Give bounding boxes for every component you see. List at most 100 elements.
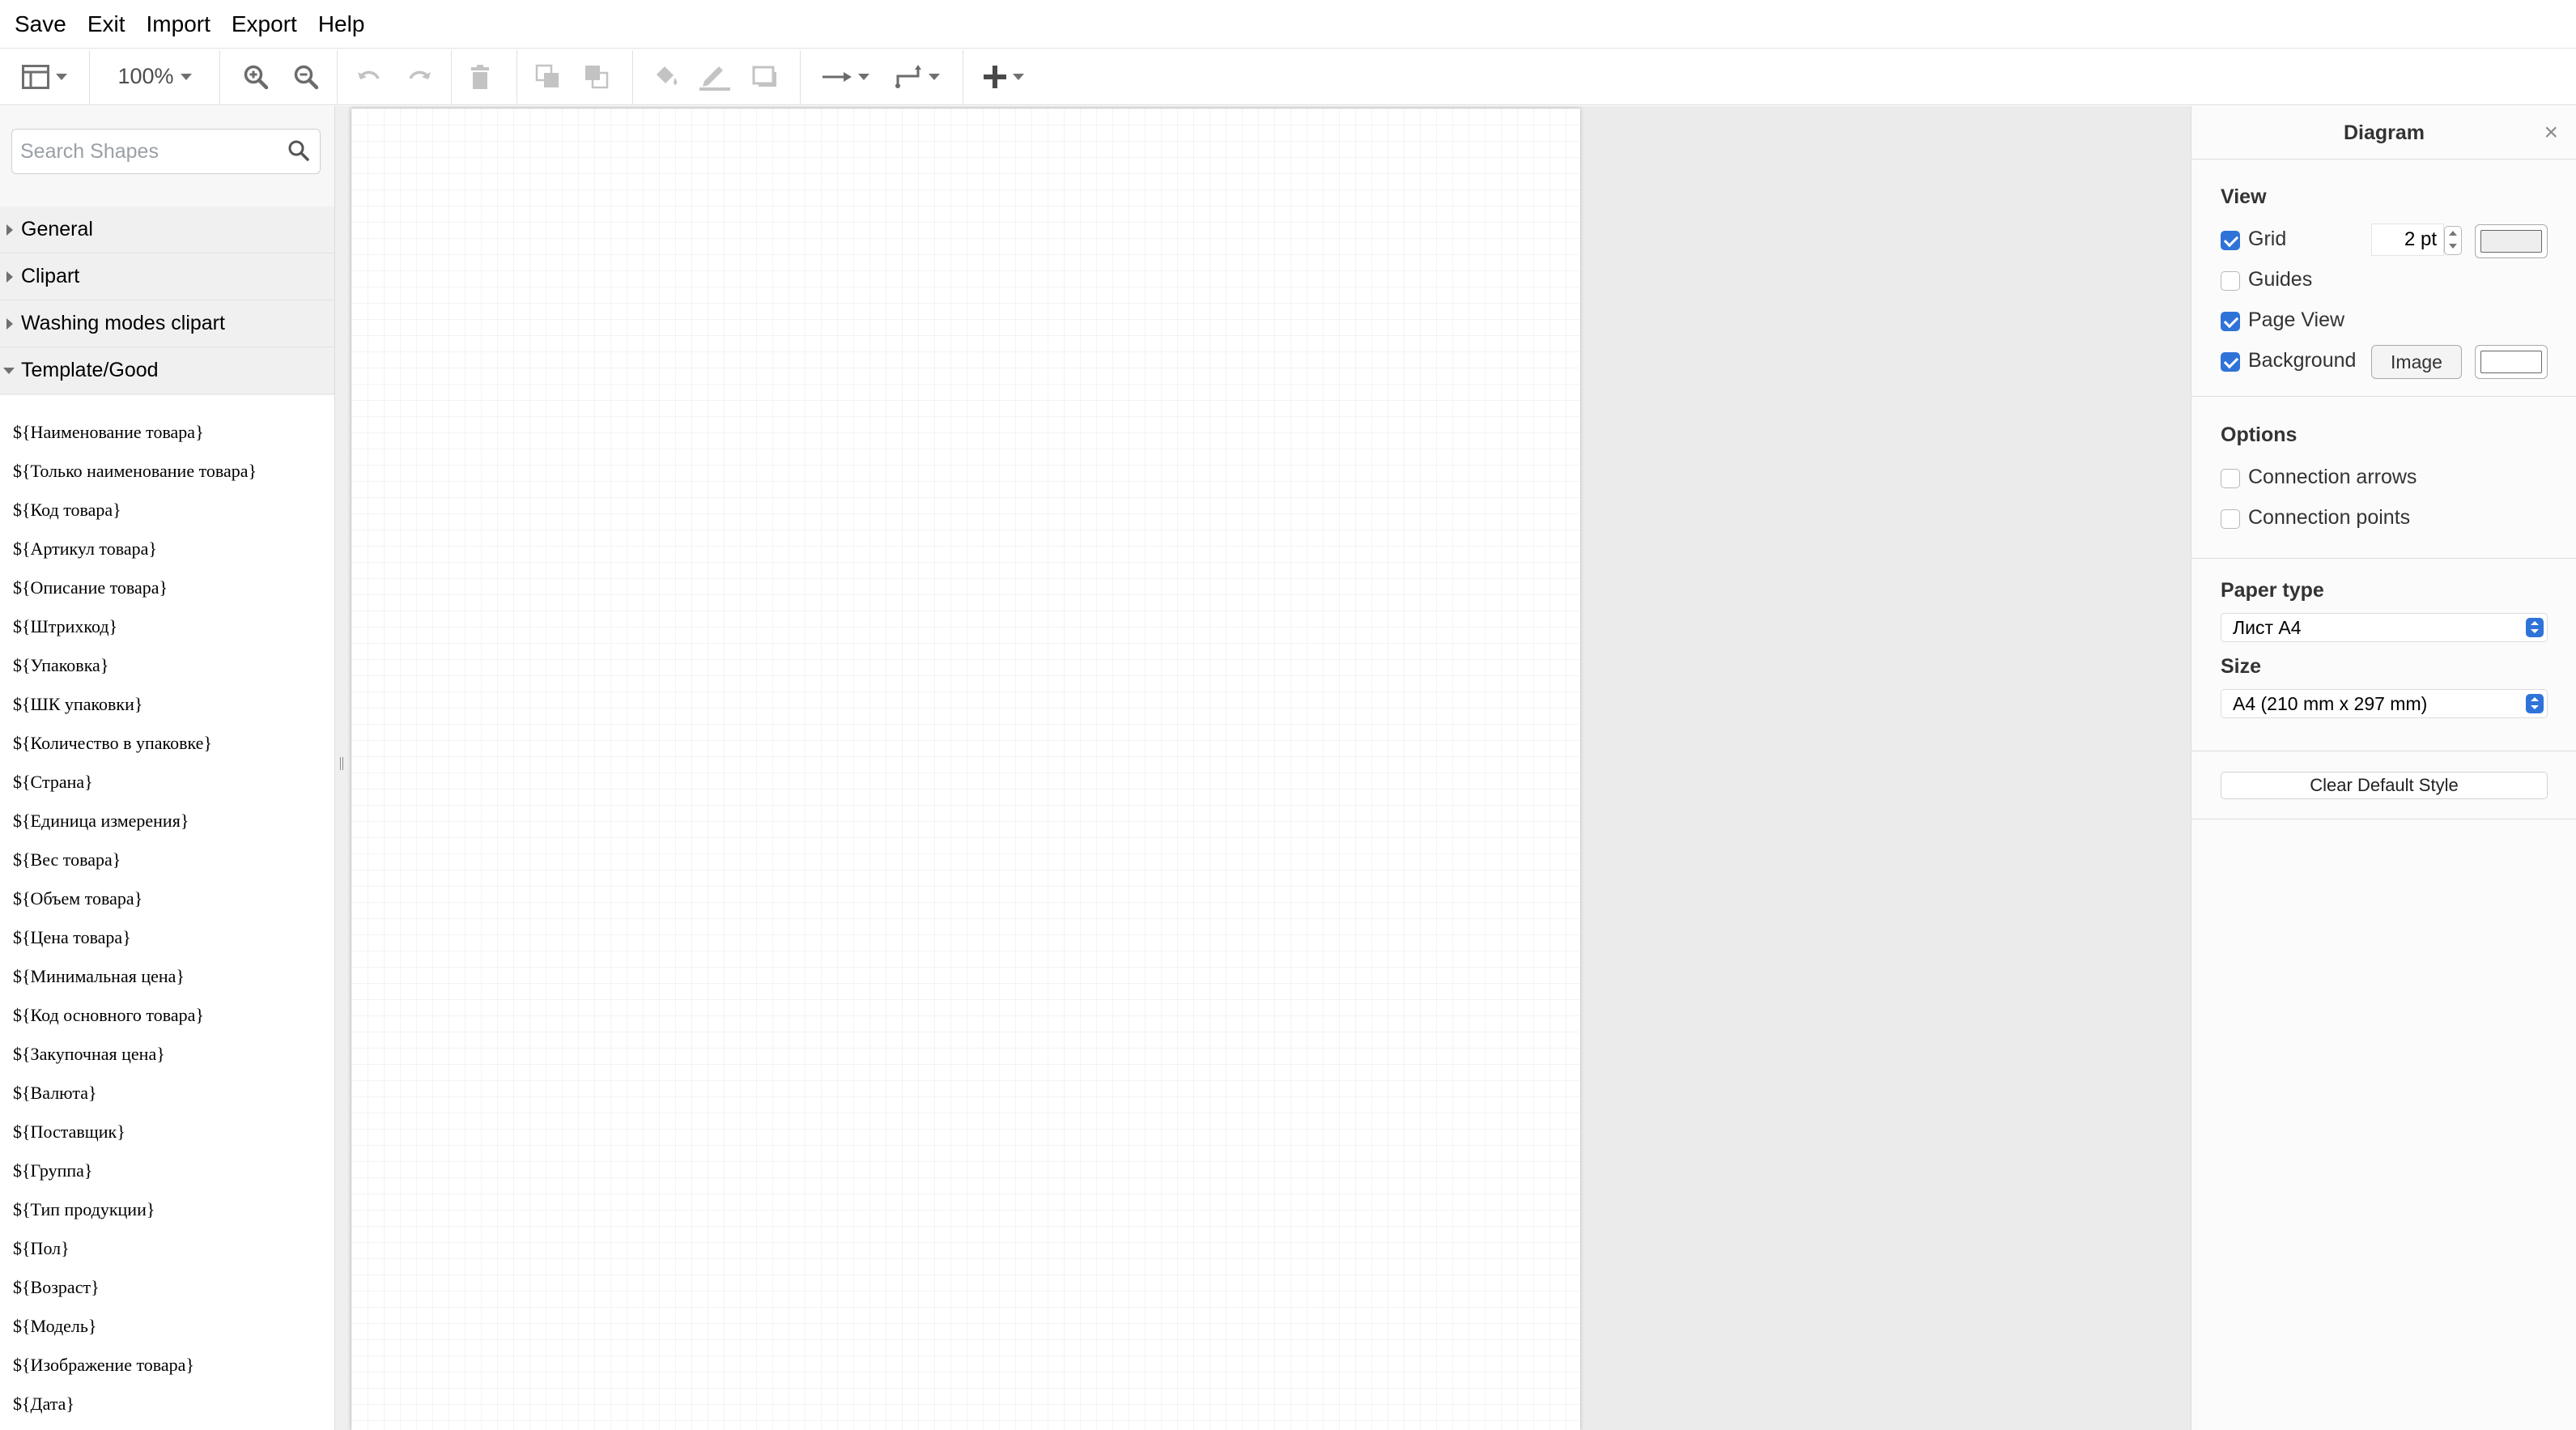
shape-item[interactable]: ${Количество в упаковке}: [13, 733, 212, 754]
zoom-in-button[interactable]: [230, 53, 282, 101]
swatch-color: [2480, 230, 2542, 253]
search-box: [11, 129, 321, 174]
splitter-grip-icon[interactable]: [340, 757, 343, 770]
waypoints-dropdown[interactable]: [883, 53, 951, 101]
chevron-down-icon: [3, 368, 15, 374]
line-color-button[interactable]: [690, 53, 740, 101]
shape-item[interactable]: ${Страна}: [13, 772, 93, 793]
redo-icon: [409, 70, 431, 79]
shape-item[interactable]: ${Код товара}: [13, 500, 121, 521]
search-input[interactable]: [20, 137, 279, 166]
shape-item[interactable]: ${Изображение товара}: [13, 1355, 194, 1376]
shape-item[interactable]: ${Единица измерения}: [13, 811, 189, 832]
undo-button[interactable]: [344, 53, 394, 101]
chevron-down-icon: [56, 73, 67, 80]
background-checkbox[interactable]: [2221, 352, 2240, 372]
shape-item[interactable]: ${Возраст}: [13, 1277, 100, 1298]
options-section-title: Options: [2221, 423, 2298, 446]
shape-item[interactable]: ${Группа}: [13, 1160, 92, 1181]
grid-size-stepper[interactable]: [2444, 226, 2462, 255]
menu-exit[interactable]: Exit: [87, 11, 125, 37]
select-arrows-icon: [2526, 694, 2544, 713]
format-panel: Diagram × View Grid 2 pt Guides Page Vie…: [2191, 106, 2576, 1430]
paper-size-select[interactable]: A4 (210 mm x 297 mm): [2221, 689, 2548, 718]
shape-item[interactable]: ${Вес товара}: [13, 849, 121, 870]
shape-item[interactable]: ${Описание товара}: [13, 577, 168, 598]
fill-color-button[interactable]: [641, 53, 690, 101]
delete-icon: [471, 64, 489, 89]
delete-button[interactable]: [452, 53, 508, 101]
background-image-button[interactable]: Image: [2371, 345, 2462, 379]
shape-item[interactable]: ${Код основного товара}: [13, 1005, 204, 1026]
shape-item[interactable]: ${Минимальная цена}: [13, 966, 185, 987]
shape-item[interactable]: ${Дата}: [13, 1394, 74, 1415]
shape-item[interactable]: ${Упаковка}: [13, 655, 108, 676]
guides-checkbox[interactable]: [2221, 271, 2240, 291]
grid-checkbox[interactable]: [2221, 231, 2240, 250]
view-section-title: View: [2221, 185, 2267, 208]
line-color-icon: [699, 66, 730, 91]
menu-export[interactable]: Export: [232, 11, 297, 37]
redo-button[interactable]: [394, 53, 444, 101]
category-template-good[interactable]: Template/Good: [0, 347, 334, 394]
insert-icon: [984, 65, 1006, 88]
shadow-icon: [752, 66, 776, 87]
close-icon[interactable]: ×: [2544, 121, 2558, 145]
toolbar-divider: [337, 49, 338, 104]
connection-arrows-label: Connection arrows: [2248, 466, 2417, 488]
paper-type-value: Лист A4: [2233, 617, 2302, 638]
category-clipart[interactable]: Clipart: [0, 253, 334, 300]
category-washing-modes-clipart[interactable]: Washing modes clipart: [0, 300, 334, 347]
page-view-label: Page View: [2248, 309, 2345, 331]
clear-default-style-button[interactable]: Clear Default Style: [2221, 772, 2548, 799]
swatch-color: [2480, 351, 2542, 373]
paper-size-value: A4 (210 mm x 297 mm): [2233, 693, 2428, 714]
zoom-out-button[interactable]: [282, 53, 330, 101]
insert-dropdown[interactable]: [971, 53, 1036, 101]
shadow-button[interactable]: [740, 53, 790, 101]
shape-item[interactable]: ${Наименование товара}: [13, 422, 204, 443]
chevron-down-icon: [1013, 73, 1024, 80]
shape-item[interactable]: ${Валюта}: [13, 1083, 97, 1104]
zoom-in-icon: [244, 65, 269, 89]
diagram-canvas[interactable]: [348, 106, 2191, 1430]
connection-points-label: Connection points: [2248, 506, 2411, 529]
shape-item[interactable]: ${Только наименование товара}: [13, 461, 257, 482]
diagram-page[interactable]: [351, 109, 1580, 1430]
connection-style-dropdown[interactable]: [812, 53, 880, 101]
grid-color-swatch[interactable]: [2475, 224, 2548, 258]
shape-item[interactable]: ${Пол}: [13, 1238, 70, 1259]
chevron-down-icon: [180, 73, 192, 80]
chevron-right-icon: [6, 318, 13, 330]
category-general[interactable]: General: [0, 206, 334, 253]
search-icon[interactable]: [287, 139, 310, 162]
select-arrows-icon: [2526, 618, 2544, 637]
background-label: Background: [2248, 349, 2357, 372]
to-back-button[interactable]: [572, 53, 621, 101]
connection-arrows-checkbox[interactable]: [2221, 469, 2240, 488]
shape-item[interactable]: ${Штрихкод}: [13, 616, 117, 637]
zoom-dropdown[interactable]: 100%: [90, 53, 219, 101]
shape-item[interactable]: ${Поставщик}: [13, 1121, 125, 1143]
grid-size-input[interactable]: 2 pt: [2371, 223, 2444, 256]
waypoints-icon: [895, 64, 921, 88]
to-front-button[interactable]: [524, 53, 572, 101]
shape-item[interactable]: ${Артикул товара}: [13, 538, 157, 560]
shape-item[interactable]: ${Тип продукции}: [13, 1199, 155, 1220]
shape-item[interactable]: ${ШК упаковки}: [13, 694, 142, 715]
menu-save[interactable]: Save: [15, 11, 66, 37]
paper-type-select[interactable]: Лист A4: [2221, 613, 2548, 642]
background-color-swatch[interactable]: [2475, 345, 2548, 379]
shape-item[interactable]: ${Объем товара}: [13, 888, 142, 909]
shape-item[interactable]: ${Цена товара}: [13, 927, 131, 948]
shape-item[interactable]: ${Закупочная цена}: [13, 1044, 165, 1065]
category-label: Clipart: [21, 265, 80, 287]
toolbar-divider: [219, 49, 220, 104]
connection-points-checkbox[interactable]: [2221, 509, 2240, 529]
menu-import[interactable]: Import: [147, 11, 210, 37]
category-label: General: [21, 218, 93, 240]
shape-item[interactable]: ${Модель}: [13, 1316, 96, 1337]
menu-help[interactable]: Help: [318, 11, 365, 37]
format-panel-toggle[interactable]: [0, 53, 89, 101]
page-view-checkbox[interactable]: [2221, 312, 2240, 331]
